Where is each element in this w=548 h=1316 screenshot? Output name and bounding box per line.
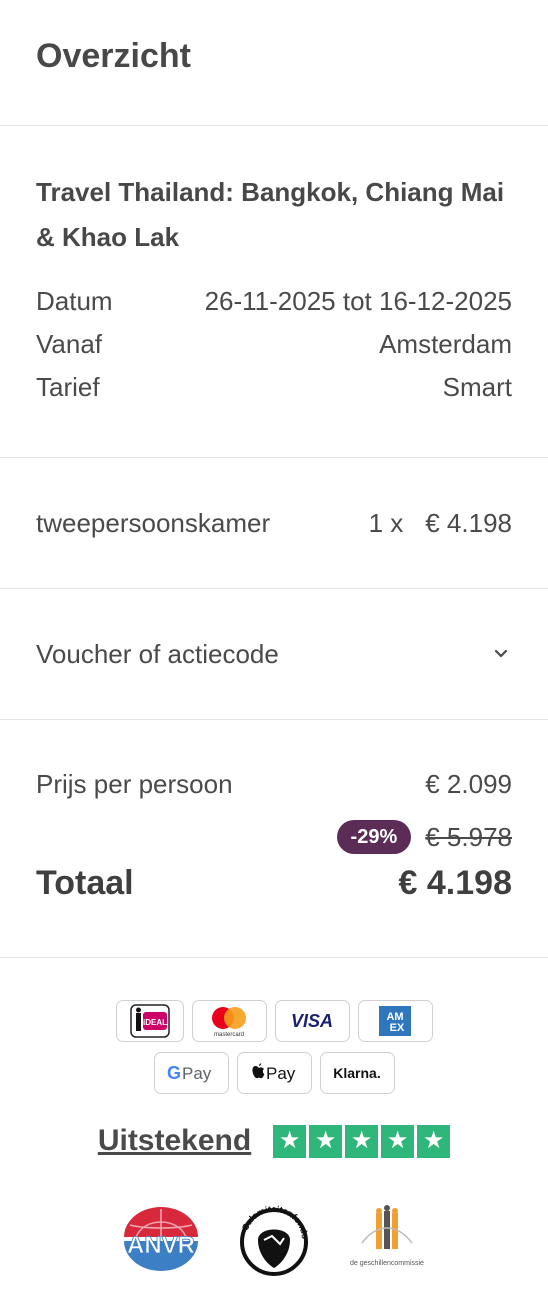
applepay-text: Pay	[266, 1064, 296, 1083]
price-per-person-label: Prijs per persoon	[36, 769, 233, 799]
room-qty: 1 x	[368, 507, 404, 538]
room-line: tweepersoonskamer 1 x € 4.198	[0, 458, 548, 589]
geschillencommissie-text: de geschillencommissie	[350, 1260, 424, 1267]
old-price: € 5.978	[425, 821, 512, 852]
klarna-logo: Klarna.	[319, 1052, 395, 1094]
payment-row: iDEAL mastercard VISA AM EX	[115, 1000, 433, 1042]
amex-logo: AM EX	[357, 1000, 433, 1042]
total-row: Totaal € 4.198	[36, 864, 512, 903]
info-value: 26-11-2025 tot 16-12-2025	[204, 286, 512, 316]
amex-text-bottom: EX	[390, 1022, 405, 1034]
info-label: Tarief	[36, 372, 100, 402]
trip-info: Datum 26-11-2025 tot 16-12-2025 Vanaf Am…	[36, 280, 512, 409]
mastercard-text: mastercard	[214, 1032, 244, 1038]
price-per-person-row: Prijs per persoon € 2.099	[36, 764, 512, 804]
overview-header: Overzicht	[0, 0, 548, 126]
discount-badge: -29%	[336, 820, 412, 854]
anvr-logo: ANVR	[124, 1207, 198, 1271]
mastercard-logo: mastercard	[191, 1000, 267, 1042]
star-icon: ★	[345, 1124, 379, 1158]
google-pay-logo: G Pay	[153, 1052, 229, 1094]
room-name: tweepersoonskamer	[36, 507, 271, 538]
gpay-text: Pay	[182, 1064, 212, 1083]
certification-logos: ANVR Calamiteitenfonds de geschillencomm…	[0, 1196, 548, 1282]
visa-text: VISA	[291, 1011, 333, 1031]
info-value: Amsterdam	[379, 329, 512, 359]
rating-stars: ★ ★ ★ ★ ★	[273, 1124, 451, 1158]
price-per-person-value: € 2.099	[425, 769, 512, 799]
star-icon: ★	[381, 1124, 415, 1158]
info-label: Datum	[36, 286, 113, 316]
payment-methods: iDEAL mastercard VISA AM EX G Pay Pay Kl…	[0, 1000, 548, 1094]
info-row-date: Datum 26-11-2025 tot 16-12-2025	[36, 280, 512, 323]
info-label: Vanaf	[36, 329, 103, 359]
info-value: Smart	[442, 372, 512, 402]
ideal-logo: iDEAL	[115, 1000, 184, 1042]
svg-text:G: G	[167, 1063, 181, 1083]
ideal-text: iDEAL	[143, 1018, 167, 1027]
trustpilot-rating: Uitstekend ★ ★ ★ ★ ★	[0, 1124, 548, 1158]
klarna-text: Klarna.	[333, 1065, 380, 1081]
star-icon: ★	[417, 1124, 451, 1158]
chevron-down-icon[interactable]	[490, 643, 512, 665]
room-amount: 1 x € 4.198	[369, 508, 512, 539]
info-row-rate: Tarief Smart	[36, 366, 512, 409]
trip-summary: Travel Thailand: Bangkok, Chiang Mai & K…	[0, 126, 548, 458]
payment-row: G Pay Pay Klarna.	[153, 1052, 395, 1094]
geschillencommissie-logo: de geschillencommissie	[350, 1205, 424, 1267]
calamiteitenfonds-logo: Calamiteitenfonds	[240, 1204, 310, 1276]
visa-logo: VISA	[274, 1000, 350, 1042]
star-icon: ★	[309, 1124, 343, 1158]
trustpilot-link[interactable]: Uitstekend	[98, 1124, 251, 1158]
price-summary: Prijs per persoon € 2.099 -29% € 5.978 T…	[0, 720, 548, 958]
total-value: € 4.198	[398, 864, 512, 902]
trip-title: Travel Thailand: Bangkok, Chiang Mai & K…	[36, 177, 505, 252]
total-label: Totaal	[36, 864, 134, 902]
anvr-text: ANVR	[127, 1232, 195, 1259]
room-price: € 4.198	[425, 507, 512, 538]
voucher-label: Voucher of actiecode	[36, 638, 279, 669]
page-title: Overzicht	[36, 37, 191, 75]
voucher-toggle[interactable]: Voucher of actiecode	[0, 589, 548, 720]
info-row-departure: Vanaf Amsterdam	[36, 323, 512, 366]
star-icon: ★	[273, 1124, 307, 1158]
discount-row: -29% € 5.978	[36, 820, 512, 854]
apple-pay-logo: Pay	[236, 1052, 312, 1094]
